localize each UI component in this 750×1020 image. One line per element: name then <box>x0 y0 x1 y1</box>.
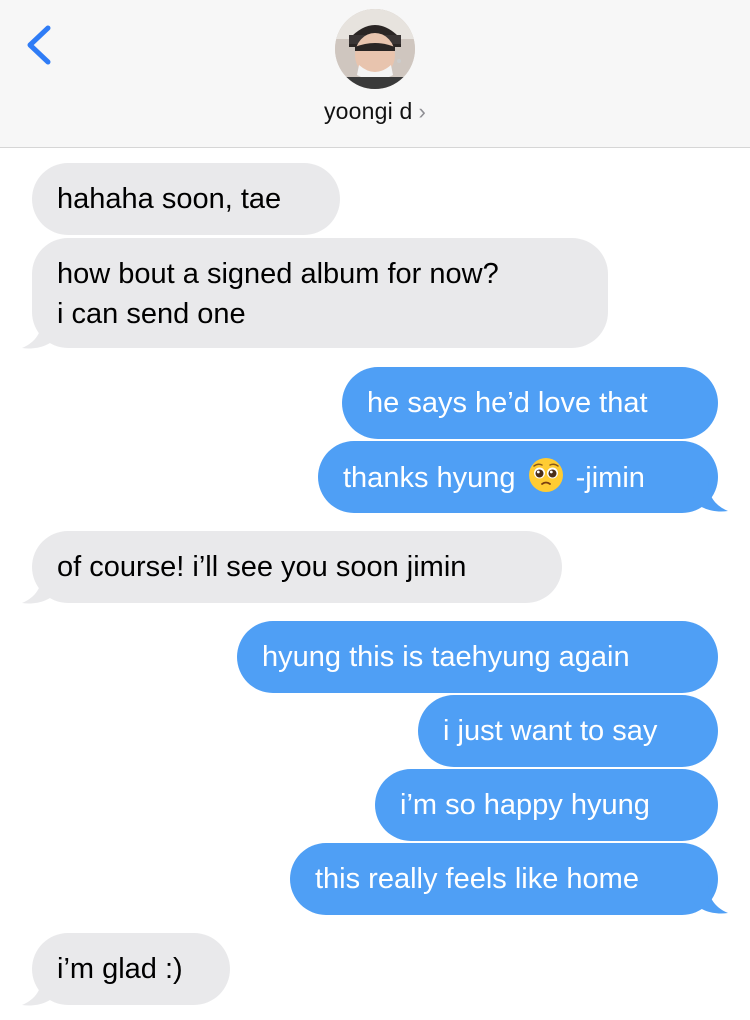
incoming-message[interactable]: how bout a signed album for now? i can s… <box>32 238 608 348</box>
incoming-bubble-tail <box>22 573 58 604</box>
outgoing-bubble-tail <box>692 481 728 512</box>
back-chevron-icon[interactable] <box>22 24 56 66</box>
outgoing-message[interactable]: i’m so happy hyung <box>375 769 718 841</box>
message-text: -jimin <box>575 462 645 494</box>
incoming-bubble-tail <box>22 975 58 1006</box>
incoming-bubble-tail <box>22 318 58 349</box>
incoming-message[interactable]: of course! i’ll see you soon jimin <box>32 531 562 603</box>
message-text-line: how bout a signed album for now? <box>57 258 499 290</box>
message-text: this really feels like home <box>315 863 639 895</box>
message-text: hyung this is taehyung again <box>262 641 630 673</box>
message-text: he says he’d love that <box>367 387 648 419</box>
chevron-right-icon: › <box>418 99 427 124</box>
message-text: thanks hyung <box>343 462 516 494</box>
outgoing-message[interactable]: this really feels like home <box>290 843 718 915</box>
outgoing-bubble-tail <box>692 883 728 914</box>
message-text: of course! i’ll see you soon jimin <box>57 551 467 583</box>
outgoing-message[interactable]: hyung this is taehyung again <box>237 621 718 693</box>
message-text: i’m glad :) <box>57 953 183 985</box>
message-text: i just want to say <box>443 715 658 747</box>
incoming-message[interactable]: hahaha soon, tae <box>32 163 340 235</box>
pleading-face-emoji-icon <box>528 458 563 492</box>
contact-avatar[interactable] <box>335 9 415 89</box>
message-text: hahaha soon, tae <box>57 183 282 215</box>
contact-name-button[interactable]: yoongi d › <box>0 98 750 125</box>
message-text: i’m so happy hyung <box>400 789 650 821</box>
message-text-line: i can send one <box>57 298 246 330</box>
incoming-message[interactable]: i’m glad :) <box>32 933 230 1005</box>
outgoing-message[interactable]: thanks hyung -jimin <box>318 441 718 513</box>
contact-name: yoongi d <box>323 98 413 124</box>
outgoing-message[interactable]: i just want to say <box>418 695 718 767</box>
avatar-photo <box>335 9 415 89</box>
conversation-header: yoongi d › <box>0 0 750 148</box>
outgoing-message[interactable]: he says he’d love that <box>342 367 718 439</box>
